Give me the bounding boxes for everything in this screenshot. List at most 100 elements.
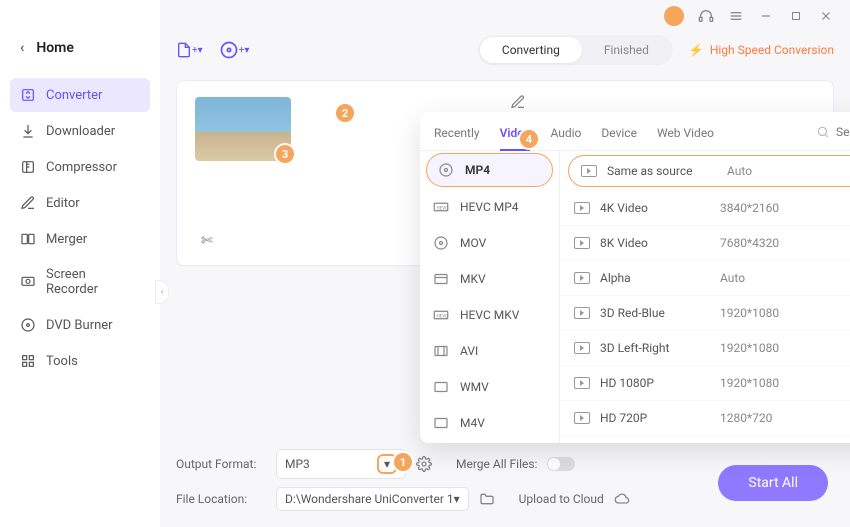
format-mp4[interactable]: MP4	[426, 153, 553, 187]
segment-finished[interactable]: Finished	[582, 37, 671, 63]
top-toolbar: +▾ +▾ Converting Finished ⚡ High Speed C…	[176, 34, 834, 66]
format-label: AVI	[460, 344, 478, 358]
resolution-size: 3840*2160	[720, 201, 820, 215]
merge-label: Merge All Files:	[456, 457, 537, 471]
resolution-4k-video[interactable]: 4K Video3840*2160	[560, 191, 850, 226]
sidebar-item-label: Merger	[46, 232, 87, 247]
format-icon	[432, 270, 450, 288]
hint-badge-4: 4	[520, 130, 538, 148]
format-icon	[437, 161, 455, 179]
resolution-label: 3D Red-Blue	[600, 306, 720, 320]
resolution-size: 1920*1080	[720, 341, 820, 355]
format-label: M4V	[460, 416, 485, 430]
resolution-size: Auto	[720, 271, 820, 285]
editor-icon	[20, 195, 36, 211]
search-icon	[816, 125, 830, 139]
hint-badge-1: 1	[394, 453, 412, 471]
format-avi[interactable]: AVI	[420, 333, 559, 369]
format-search[interactable]	[816, 125, 850, 139]
resolution-same-as-source[interactable]: Same as sourceAuto	[568, 155, 850, 187]
format-label: MKV	[460, 272, 486, 286]
video-icon	[574, 342, 590, 354]
resolution-hd-720p[interactable]: HD 720P1280*720	[560, 401, 850, 436]
format-mov[interactable]: MOV	[420, 225, 559, 261]
format-icon	[432, 414, 450, 432]
sidebar-item-label: Compressor	[46, 160, 117, 175]
popover-tab-web-video[interactable]: Web Video	[657, 122, 714, 150]
resolution-size: Auto	[727, 164, 827, 178]
resolution-label: Same as source	[607, 164, 727, 178]
format-label: MOV	[460, 236, 486, 250]
resolution-3d-red-blue[interactable]: 3D Red-Blue1920*1080	[560, 296, 850, 331]
popover-tab-device[interactable]: Device	[601, 122, 637, 150]
video-icon	[574, 307, 590, 319]
sidebar: ‹ Home ConverterDownloader Compressor Edit…	[0, 0, 160, 527]
cloud-icon[interactable]	[614, 491, 630, 507]
file-location-select[interactable]: D:\Wondershare UniConverter 1 ▾	[276, 487, 469, 511]
minimize-button[interactable]	[758, 8, 774, 24]
home-nav[interactable]: ‹ Home	[10, 34, 150, 62]
start-all-button[interactable]: Start All	[718, 465, 828, 501]
high-speed-conversion[interactable]: ⚡ High Speed Conversion	[689, 43, 834, 57]
format-wmv[interactable]: WMV	[420, 369, 559, 405]
svg-text:HEVC: HEVC	[437, 313, 449, 319]
sidebar-item-compressor[interactable]: Compressor	[10, 150, 150, 184]
hint-badge-2: 2	[336, 104, 354, 122]
format-hevc-mp4[interactable]: HEVC HEVC MP4	[420, 189, 559, 225]
video-icon	[574, 237, 590, 249]
menu-icon[interactable]	[728, 8, 744, 24]
sidebar-item-downloader[interactable]: Downloader	[10, 114, 150, 148]
format-mkv[interactable]: MKV	[420, 261, 559, 297]
format-list: MP4 HEVC HEVC MP4 MOV MKV HEVCHEVC MKV AVI WMV M…	[420, 151, 560, 443]
close-button[interactable]	[818, 8, 834, 24]
rename-button[interactable]	[510, 94, 526, 110]
headset-icon[interactable]	[698, 8, 714, 24]
merger-icon	[20, 231, 36, 247]
format-label: HEVC MP4	[460, 200, 519, 214]
sidebar-item-converter[interactable]: Converter	[10, 78, 150, 112]
segment-converting[interactable]: Converting	[480, 37, 582, 63]
video-icon	[574, 272, 590, 284]
merge-toggle[interactable]	[547, 457, 575, 471]
status-segment: Converting Finished	[478, 35, 673, 65]
resolution-label: HD 1080P	[600, 376, 720, 390]
sidebar-item-merger[interactable]: Merger	[10, 222, 150, 256]
resolution-label: 8K Video	[600, 236, 720, 250]
resolution-3d-left-right[interactable]: 3D Left-Right1920*1080	[560, 331, 850, 366]
settings-icon[interactable]	[416, 456, 432, 472]
resolution-8k-video[interactable]: 8K Video7680*4320	[560, 226, 850, 261]
trim-button[interactable]: ✄	[201, 233, 291, 249]
resolution-label: HD 720P	[600, 411, 720, 425]
open-folder-button[interactable]	[479, 491, 495, 507]
sidebar-item-recorder[interactable]: Screen Recorder	[10, 258, 150, 306]
maximize-button[interactable]	[788, 8, 804, 24]
resolution-alpha[interactable]: AlphaAuto	[560, 261, 850, 296]
resolution-size: 1920*1080	[720, 306, 820, 320]
video-icon	[574, 377, 590, 389]
popover-tab-audio[interactable]: Audio	[550, 122, 581, 150]
video-icon	[574, 202, 590, 214]
format-hevc-mkv[interactable]: HEVCHEVC MKV	[420, 297, 559, 333]
popover-tabs: RecentlyVideoAudioDeviceWeb Video	[420, 112, 850, 151]
svg-text:HEVC: HEVC	[437, 205, 449, 211]
format-icon	[432, 378, 450, 396]
format-label: WMV	[460, 380, 489, 394]
avatar[interactable]	[664, 6, 684, 26]
sidebar-item-dvd[interactable]: DVD Burner	[10, 308, 150, 342]
format-m4v[interactable]: M4V	[420, 405, 559, 441]
resolution-hd-1080p[interactable]: HD 1080P1920*1080	[560, 366, 850, 401]
downloader-icon	[20, 123, 36, 139]
format-icon: HEVC	[432, 306, 450, 324]
bolt-icon: ⚡	[689, 43, 704, 57]
popover-tab-recently[interactable]: Recently	[434, 122, 480, 150]
dvd-icon	[20, 317, 36, 333]
search-input[interactable]	[836, 125, 850, 139]
format-icon: HEVC	[432, 198, 450, 216]
sidebar-item-editor[interactable]: Editor	[10, 186, 150, 220]
sidebar-item-tools[interactable]: Tools	[10, 344, 150, 378]
output-format-select[interactable]: MP3 ▾	[276, 449, 406, 479]
add-dvd-button[interactable]: +▾	[219, 40, 250, 60]
resolution-size: 1920*1080	[720, 376, 820, 390]
add-file-button[interactable]: +▾	[176, 42, 203, 58]
format-popover: RecentlyVideoAudioDeviceWeb Video MP4HEV…	[420, 112, 850, 443]
